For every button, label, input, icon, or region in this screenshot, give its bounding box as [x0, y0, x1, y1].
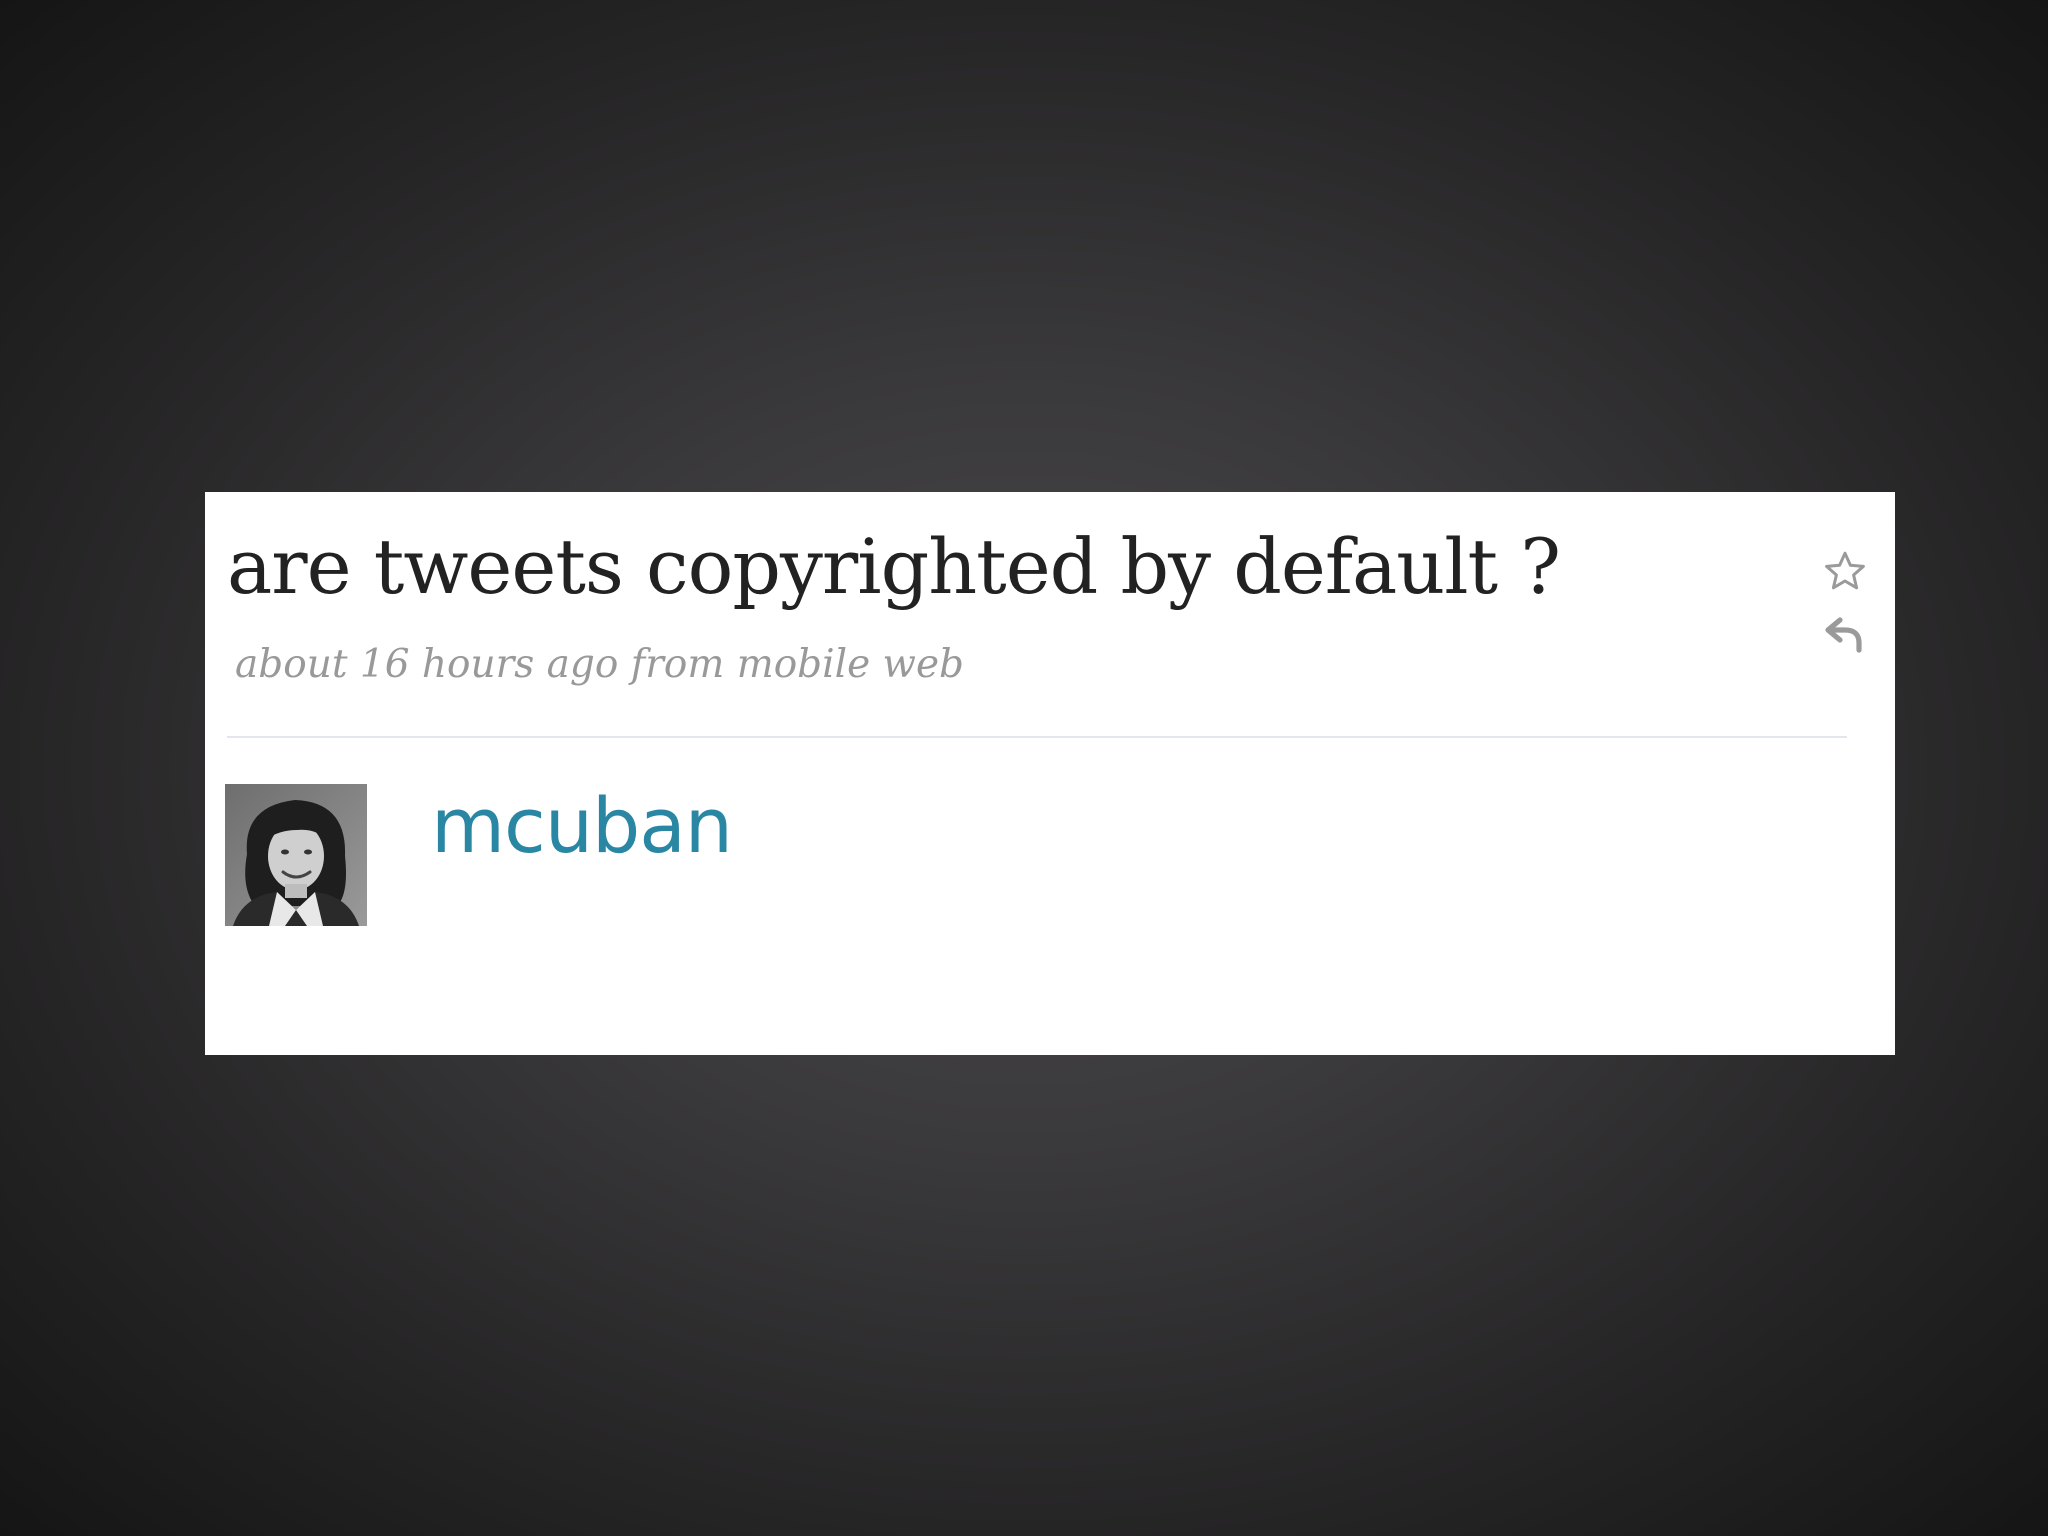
- avatar[interactable]: [225, 784, 367, 926]
- tweet-text: are tweets copyrighted by default ?: [227, 522, 1561, 611]
- tweet-card: are tweets copyrighted by default ? abou…: [205, 492, 1895, 1055]
- tweet-timestamp[interactable]: about 16 hours ago from mobile web: [235, 642, 964, 687]
- author-screen-name[interactable]: mcuban: [431, 784, 733, 868]
- star-icon[interactable]: [1821, 548, 1869, 596]
- tweet-actions: [1821, 548, 1869, 658]
- reply-icon[interactable]: [1821, 610, 1869, 658]
- divider: [227, 736, 1847, 738]
